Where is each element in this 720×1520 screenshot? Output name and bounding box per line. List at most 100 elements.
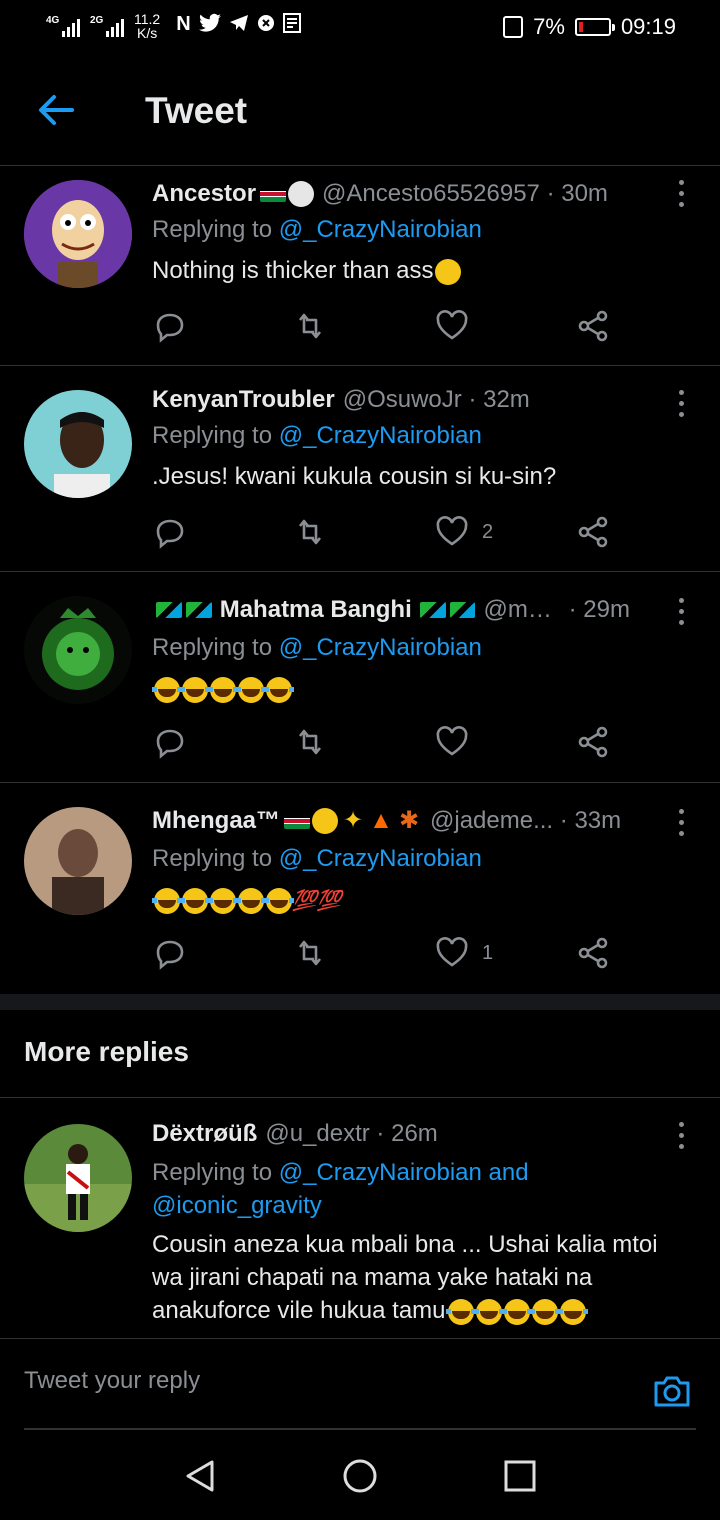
retweet-icon <box>298 519 322 545</box>
reply-button[interactable] <box>152 512 188 552</box>
more-replies-heading: More replies <box>24 1036 189 1067</box>
avatar[interactable] <box>24 180 132 288</box>
more-options-icon[interactable] <box>676 598 686 628</box>
back-nav-icon[interactable] <box>182 1458 218 1494</box>
laughing-emoji-icon <box>208 887 238 914</box>
tweet-text: 💯💯 <box>152 883 680 918</box>
user-handle: @u_dextr <box>265 1120 370 1147</box>
tanzania-flag-icon <box>156 602 182 618</box>
reply-icon <box>156 519 184 549</box>
tweet-time: 32m <box>483 386 530 413</box>
reply-to-link[interactable]: @_CrazyNairobian <box>279 634 482 661</box>
composer-underline <box>24 1428 696 1430</box>
retweet-button[interactable] <box>292 933 328 973</box>
tanzania-flag-icon <box>419 602 446 618</box>
more-options-icon[interactable] <box>676 1122 686 1152</box>
reply-button[interactable] <box>152 306 188 346</box>
laughing-emoji-icon <box>501 1298 532 1325</box>
user-handle: @mah... <box>483 596 562 623</box>
laughing-emoji-icon <box>236 676 266 703</box>
page-title: Tweet <box>145 90 248 131</box>
sparkles-icon: ✦ <box>342 807 364 834</box>
avatar[interactable] <box>24 1124 132 1232</box>
reply-to-link[interactable]: @_CrazyNairobian <box>279 845 482 872</box>
reply-composer <box>0 1338 720 1430</box>
home-nav-icon[interactable] <box>342 1458 378 1494</box>
retweet-icon <box>298 940 322 966</box>
tweet-item[interactable]: Mhengaa™ ✦ ▲ ✱ @jademe... · 33m Replying… <box>0 783 720 994</box>
more-options-icon[interactable] <box>676 390 686 420</box>
laughing-emoji-icon <box>529 1298 560 1325</box>
reply-to-link[interactable]: @_CrazyNairobian and <box>279 1159 529 1186</box>
share-button[interactable] <box>576 306 612 346</box>
retweet-button[interactable] <box>292 722 328 762</box>
reply-to-link[interactable]: @_CrazyNairobian <box>279 216 482 243</box>
like-button[interactable]: 1 <box>434 933 493 973</box>
display-name[interactable]: Dëxtrøüß <box>152 1120 257 1148</box>
twitter-icon <box>198 13 221 39</box>
tweet-time: 33m <box>574 807 622 834</box>
tweet-item[interactable]: Mahatma Banghi @mah... · 29m Replying to… <box>0 572 720 783</box>
heart-icon <box>436 310 468 340</box>
kenya-flag-icon <box>260 186 287 202</box>
reply-context: Replying to @_CrazyNairobian <box>152 634 482 661</box>
laughing-emoji-icon <box>236 887 266 914</box>
reply-icon <box>156 313 184 343</box>
tweet-text: Nothing is thicker than ass <box>152 254 680 287</box>
avatar[interactable] <box>24 596 132 704</box>
reply-button[interactable] <box>152 933 188 973</box>
reply-button[interactable] <box>152 722 188 762</box>
reply-context: Replying to @_CrazyNairobian <box>152 216 482 243</box>
reply-to-link[interactable]: @_CrazyNairobian <box>279 422 482 449</box>
display-name[interactable]: Mhengaa™ <box>152 807 280 835</box>
share-button[interactable] <box>576 722 612 762</box>
tweet-actions <box>152 722 632 762</box>
tweet-header: KenyanTroubler @OsuwoJr · 32m <box>152 386 530 414</box>
tweet-actions: 1 <box>152 933 632 973</box>
avatar[interactable] <box>24 807 132 915</box>
laughing-emoji-icon <box>264 676 294 703</box>
tweet-actions <box>152 306 632 346</box>
heart-icon <box>436 937 468 967</box>
like-button[interactable] <box>434 722 482 762</box>
tweet-text: Cousin aneza kua mbali bna ... Ushai kal… <box>152 1231 658 1325</box>
section-separator <box>0 994 720 1010</box>
reply-input[interactable] <box>24 1361 584 1401</box>
share-icon <box>578 310 608 342</box>
laughing-emoji-icon <box>180 676 210 703</box>
laughing-emoji-icon <box>557 1298 588 1325</box>
tweet-item[interactable]: Ancestor @Ancesto65526957 · 30m Replying… <box>0 166 720 366</box>
retweet-button[interactable] <box>292 512 328 552</box>
share-icon <box>578 937 608 969</box>
tweet-text <box>152 672 680 705</box>
user-handle: @jademe... <box>430 807 554 834</box>
clock: 09:19 <box>620 14 676 39</box>
display-name[interactable]: Mahatma Banghi <box>220 596 412 624</box>
tweet-item[interactable]: Dëxtrøüß @u_dextr · 26m Replying to @_Cr… <box>0 1098 720 1338</box>
tweet-text: .Jesus! kwani kukula cousin si ku-sin? <box>152 463 557 490</box>
system-nav-bar <box>0 1432 720 1520</box>
share-icon <box>578 516 608 548</box>
back-arrow-icon[interactable] <box>36 92 76 128</box>
avatar[interactable] <box>24 390 132 498</box>
retweet-button[interactable] <box>292 306 328 346</box>
signal-2g-icon: 2G <box>90 15 124 37</box>
tweet-header: Mhengaa™ ✦ ▲ ✱ @jademe... · 33m <box>152 807 622 835</box>
recents-nav-icon[interactable] <box>502 1458 538 1494</box>
battery-icon <box>574 18 615 36</box>
laughing-emoji-icon <box>445 1298 476 1325</box>
share-button[interactable] <box>576 512 612 552</box>
reply-to-link-2[interactable]: @iconic_gravity <box>152 1192 322 1219</box>
more-options-icon[interactable] <box>676 809 686 839</box>
like-button[interactable]: 2 <box>434 512 493 552</box>
camera-icon[interactable] <box>652 1371 692 1411</box>
cowboy-emoji-icon <box>312 808 339 834</box>
display-name[interactable]: KenyanTroubler <box>152 386 335 414</box>
news-icon <box>282 13 301 39</box>
display-name[interactable]: Ancestor <box>152 180 256 208</box>
like-button[interactable] <box>434 306 482 346</box>
tweet-item[interactable]: KenyanTroubler @OsuwoJr · 32m Replying t… <box>0 366 720 572</box>
more-options-icon[interactable] <box>676 180 686 210</box>
laughing-emoji-icon <box>180 887 210 914</box>
share-button[interactable] <box>576 933 612 973</box>
